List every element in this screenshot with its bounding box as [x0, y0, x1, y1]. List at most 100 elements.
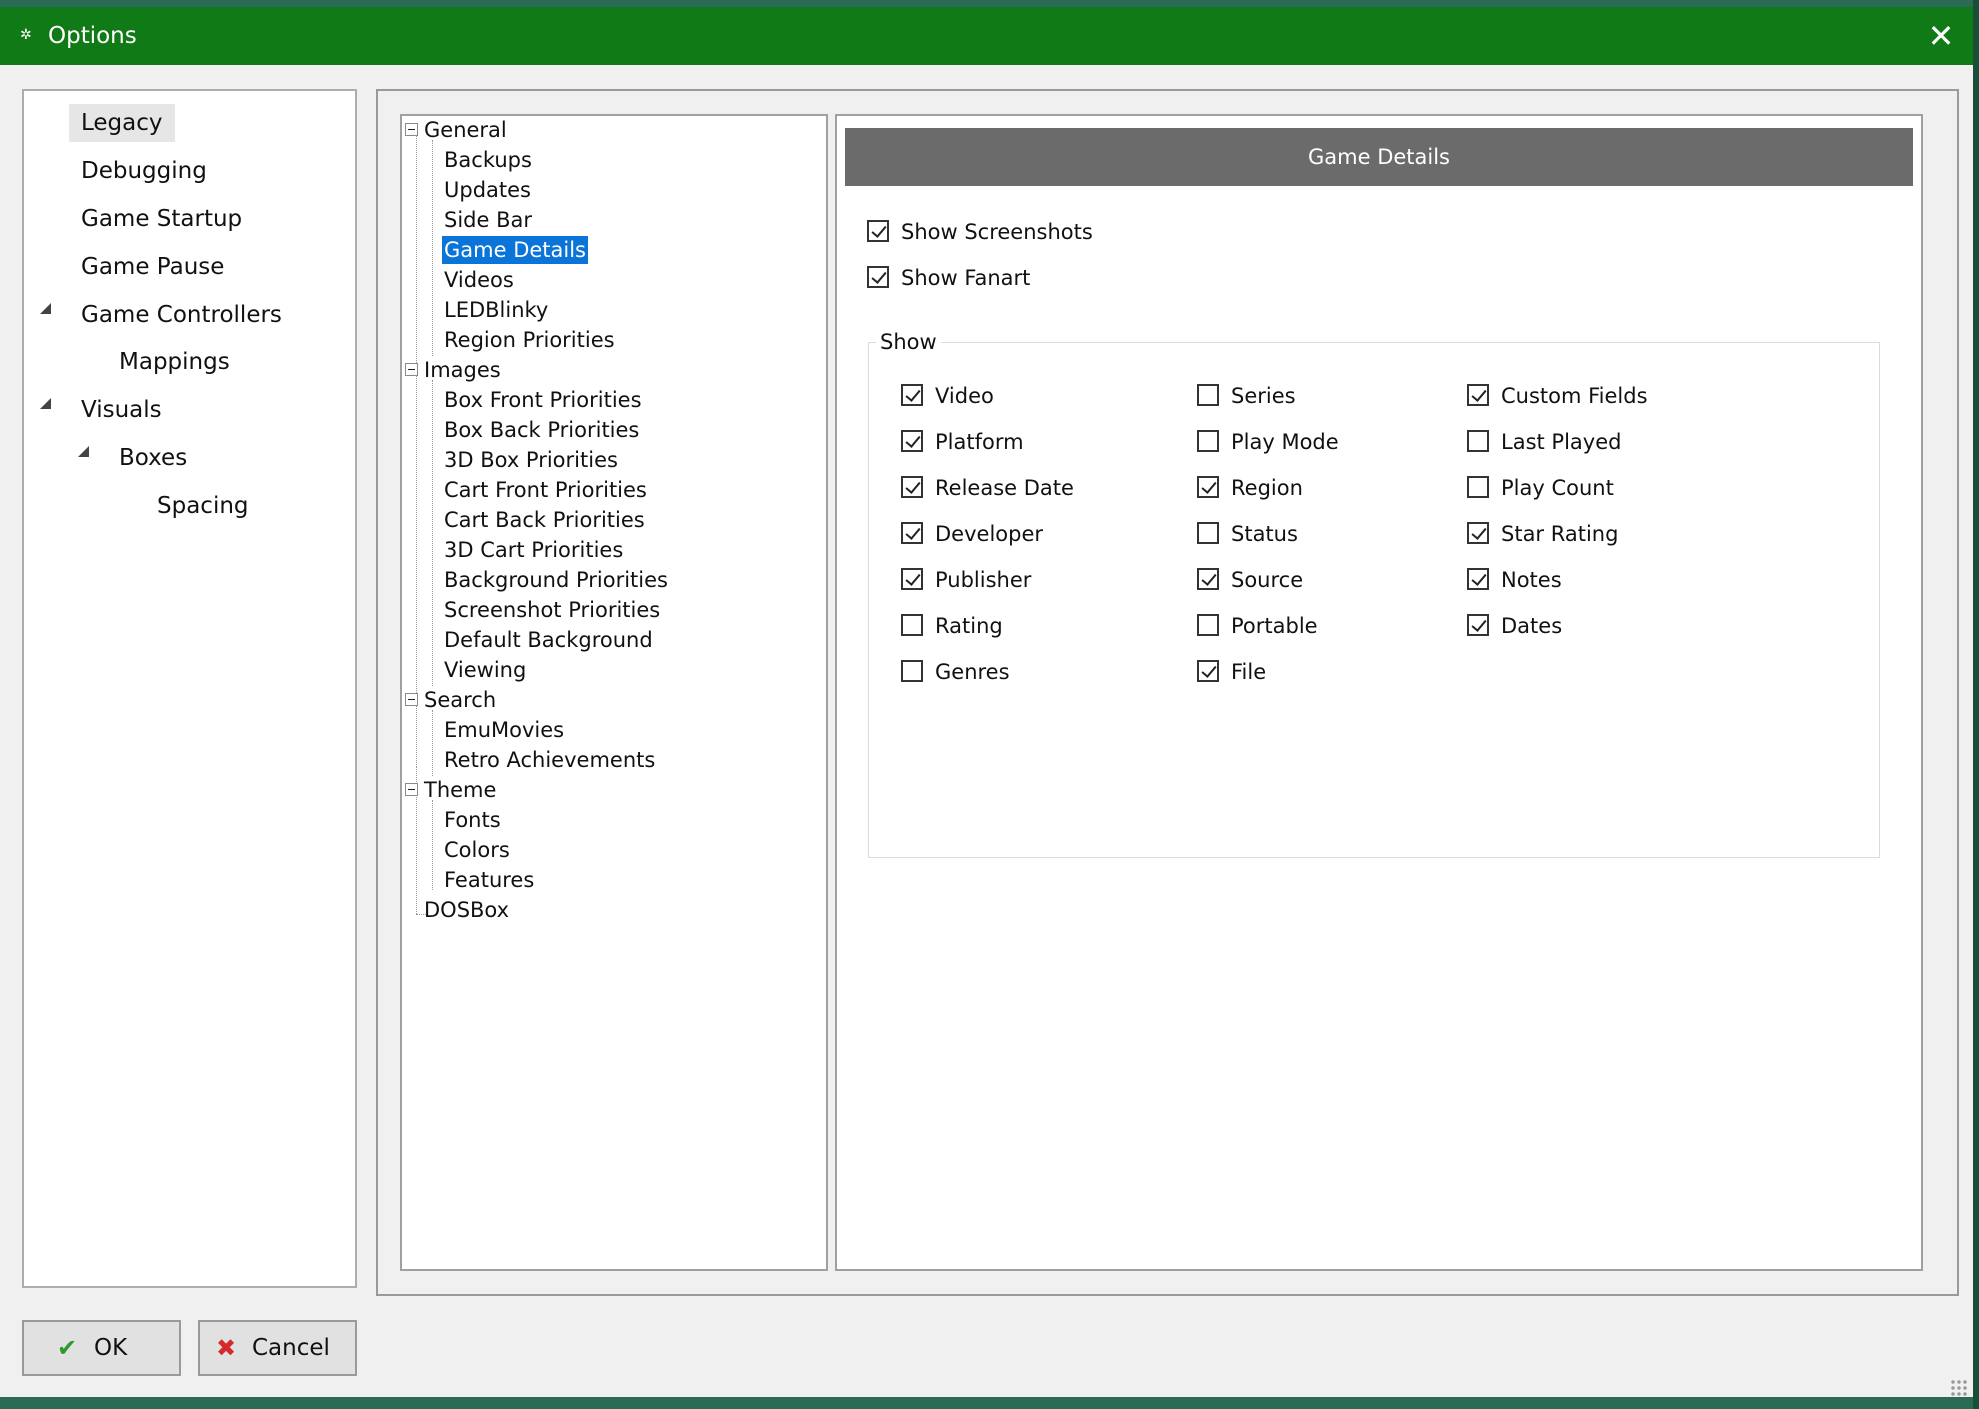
checkbox-label: Play Count	[1501, 476, 1614, 500]
checkbox-label: Play Mode	[1231, 430, 1339, 454]
ok-button[interactable]: ✔ OK	[22, 1320, 181, 1376]
options-dialog: ✲ Options ✕ Legacy Debugging Game Startu…	[0, 7, 1973, 1397]
expand-arrow-icon[interactable]	[40, 303, 51, 314]
tree-group-dosbox[interactable]: DOSBox	[424, 896, 509, 924]
category-item-game-startup[interactable]: Game Startup	[81, 204, 242, 234]
checkbox-box[interactable]	[1197, 522, 1219, 544]
category-item-spacing[interactable]: Spacing	[157, 491, 249, 521]
tree-item-region-priorities[interactable]: Region Priorities	[444, 326, 615, 354]
category-item-debugging[interactable]: Debugging	[81, 156, 207, 186]
category-item-game-controllers[interactable]: Game Controllers	[81, 300, 282, 330]
category-tree: Legacy Debugging Game Startup Game Pause…	[22, 89, 357, 1288]
tree-item-colors[interactable]: Colors	[444, 836, 510, 864]
collapse-icon[interactable]	[405, 783, 418, 796]
checkbox-label: Notes	[1501, 568, 1562, 592]
checkbox-label: Region	[1231, 476, 1303, 500]
checkbox-label: Genres	[935, 660, 1010, 684]
game-details-panel: Game Details Show Screenshots Show Fanar…	[835, 114, 1923, 1271]
tree-item-emumovies[interactable]: EmuMovies	[444, 716, 564, 744]
checkbox-label: Publisher	[935, 568, 1032, 592]
tree-connector	[432, 800, 433, 890]
tree-item-game-details[interactable]: Game Details	[442, 236, 588, 264]
checkbox-label: Platform	[935, 430, 1024, 454]
checkbox-label: Video	[935, 384, 994, 408]
checkbox-box[interactable]	[867, 266, 889, 288]
tree-item-fonts[interactable]: Fonts	[444, 806, 501, 834]
expand-arrow-icon[interactable]	[40, 398, 51, 409]
category-item-game-pause[interactable]: Game Pause	[81, 252, 224, 282]
tree-item-3d-cart-priorities[interactable]: 3D Cart Priorities	[444, 536, 623, 564]
tree-item-cart-back-priorities[interactable]: Cart Back Priorities	[444, 506, 645, 534]
settings-tree: General Backups Updates Side Bar Game De…	[400, 114, 828, 1271]
title-bar: ✲ Options ✕	[0, 7, 1973, 65]
checkbox-box[interactable]	[901, 660, 923, 682]
cancel-button[interactable]: ✖ Cancel	[198, 1320, 357, 1376]
tree-item-screenshot-priorities[interactable]: Screenshot Priorities	[444, 596, 660, 624]
checkbox-label: Show Fanart	[901, 266, 1031, 290]
tree-connector	[432, 710, 433, 776]
tree-item-updates[interactable]: Updates	[444, 176, 531, 204]
category-item-legacy[interactable]: Legacy	[69, 104, 175, 142]
checkbox-box[interactable]	[867, 220, 889, 242]
checkbox-box[interactable]	[1467, 568, 1489, 590]
checkbox-box[interactable]	[1197, 660, 1219, 682]
tree-item-ledblinky[interactable]: LEDBlinky	[444, 296, 548, 324]
checkbox-box[interactable]	[1197, 476, 1219, 498]
checkmark-icon: ✔	[57, 1334, 78, 1362]
tree-group-general[interactable]: General	[424, 116, 507, 144]
tree-connector	[432, 140, 433, 356]
category-item-mappings[interactable]: Mappings	[119, 347, 230, 377]
checkbox-box[interactable]	[901, 522, 923, 544]
checkbox-box[interactable]	[901, 430, 923, 452]
tree-group-theme[interactable]: Theme	[424, 776, 496, 804]
tree-item-retro-achievements[interactable]: Retro Achievements	[444, 746, 655, 774]
category-item-visuals[interactable]: Visuals	[81, 395, 162, 425]
checkbox-box[interactable]	[901, 614, 923, 636]
collapse-icon[interactable]	[405, 363, 418, 376]
tree-item-3d-box-priorities[interactable]: 3D Box Priorities	[444, 446, 618, 474]
tree-connector	[416, 130, 417, 767]
checkbox-box[interactable]	[1467, 522, 1489, 544]
tree-item-viewing[interactable]: Viewing	[444, 656, 526, 684]
tree-item-videos[interactable]: Videos	[444, 266, 514, 294]
checkbox-box[interactable]	[1197, 430, 1219, 452]
tree-item-background-priorities[interactable]: Background Priorities	[444, 566, 668, 594]
checkbox-label: Status	[1231, 522, 1298, 546]
checkbox-label: Custom Fields	[1501, 384, 1648, 408]
checkbox-label: Series	[1231, 384, 1296, 408]
tree-group-images[interactable]: Images	[424, 356, 501, 384]
tree-group-search[interactable]: Search	[424, 686, 496, 714]
show-group-box	[868, 342, 1880, 858]
collapse-icon[interactable]	[405, 693, 418, 706]
checkbox-box[interactable]	[901, 384, 923, 406]
checkbox-box[interactable]	[1197, 614, 1219, 636]
checkbox-box[interactable]	[1197, 384, 1219, 406]
checkbox-box[interactable]	[1467, 614, 1489, 636]
window-title: Options	[48, 23, 137, 49]
checkbox-box[interactable]	[1197, 568, 1219, 590]
checkbox-box[interactable]	[1467, 384, 1489, 406]
checkbox-label: Rating	[935, 614, 1003, 638]
tree-connector	[432, 380, 433, 686]
checkbox-box[interactable]	[901, 476, 923, 498]
checkbox-label: Show Screenshots	[901, 220, 1093, 244]
tree-item-default-background[interactable]: Default Background	[444, 626, 653, 654]
resize-grip-icon[interactable]	[1950, 1379, 1968, 1397]
checkbox-box[interactable]	[1467, 430, 1489, 452]
expand-arrow-icon[interactable]	[78, 446, 89, 457]
close-icon[interactable]: ✕	[1920, 15, 1962, 57]
collapse-icon[interactable]	[405, 123, 418, 136]
background-strip	[1973, 0, 1979, 1409]
tree-item-side-bar[interactable]: Side Bar	[444, 206, 532, 234]
checkbox-box[interactable]	[901, 568, 923, 590]
tree-item-box-front-priorities[interactable]: Box Front Priorities	[444, 386, 642, 414]
checkbox-label: Last Played	[1501, 430, 1622, 454]
tree-item-box-back-priorities[interactable]: Box Back Priorities	[444, 416, 639, 444]
checkbox-label: Source	[1231, 568, 1304, 592]
tree-item-cart-front-priorities[interactable]: Cart Front Priorities	[444, 476, 647, 504]
category-item-boxes[interactable]: Boxes	[119, 443, 187, 473]
tree-item-features[interactable]: Features	[444, 866, 534, 894]
checkbox-box[interactable]	[1467, 476, 1489, 498]
tree-item-backups[interactable]: Backups	[444, 146, 532, 174]
checkbox-label: File	[1231, 660, 1267, 684]
